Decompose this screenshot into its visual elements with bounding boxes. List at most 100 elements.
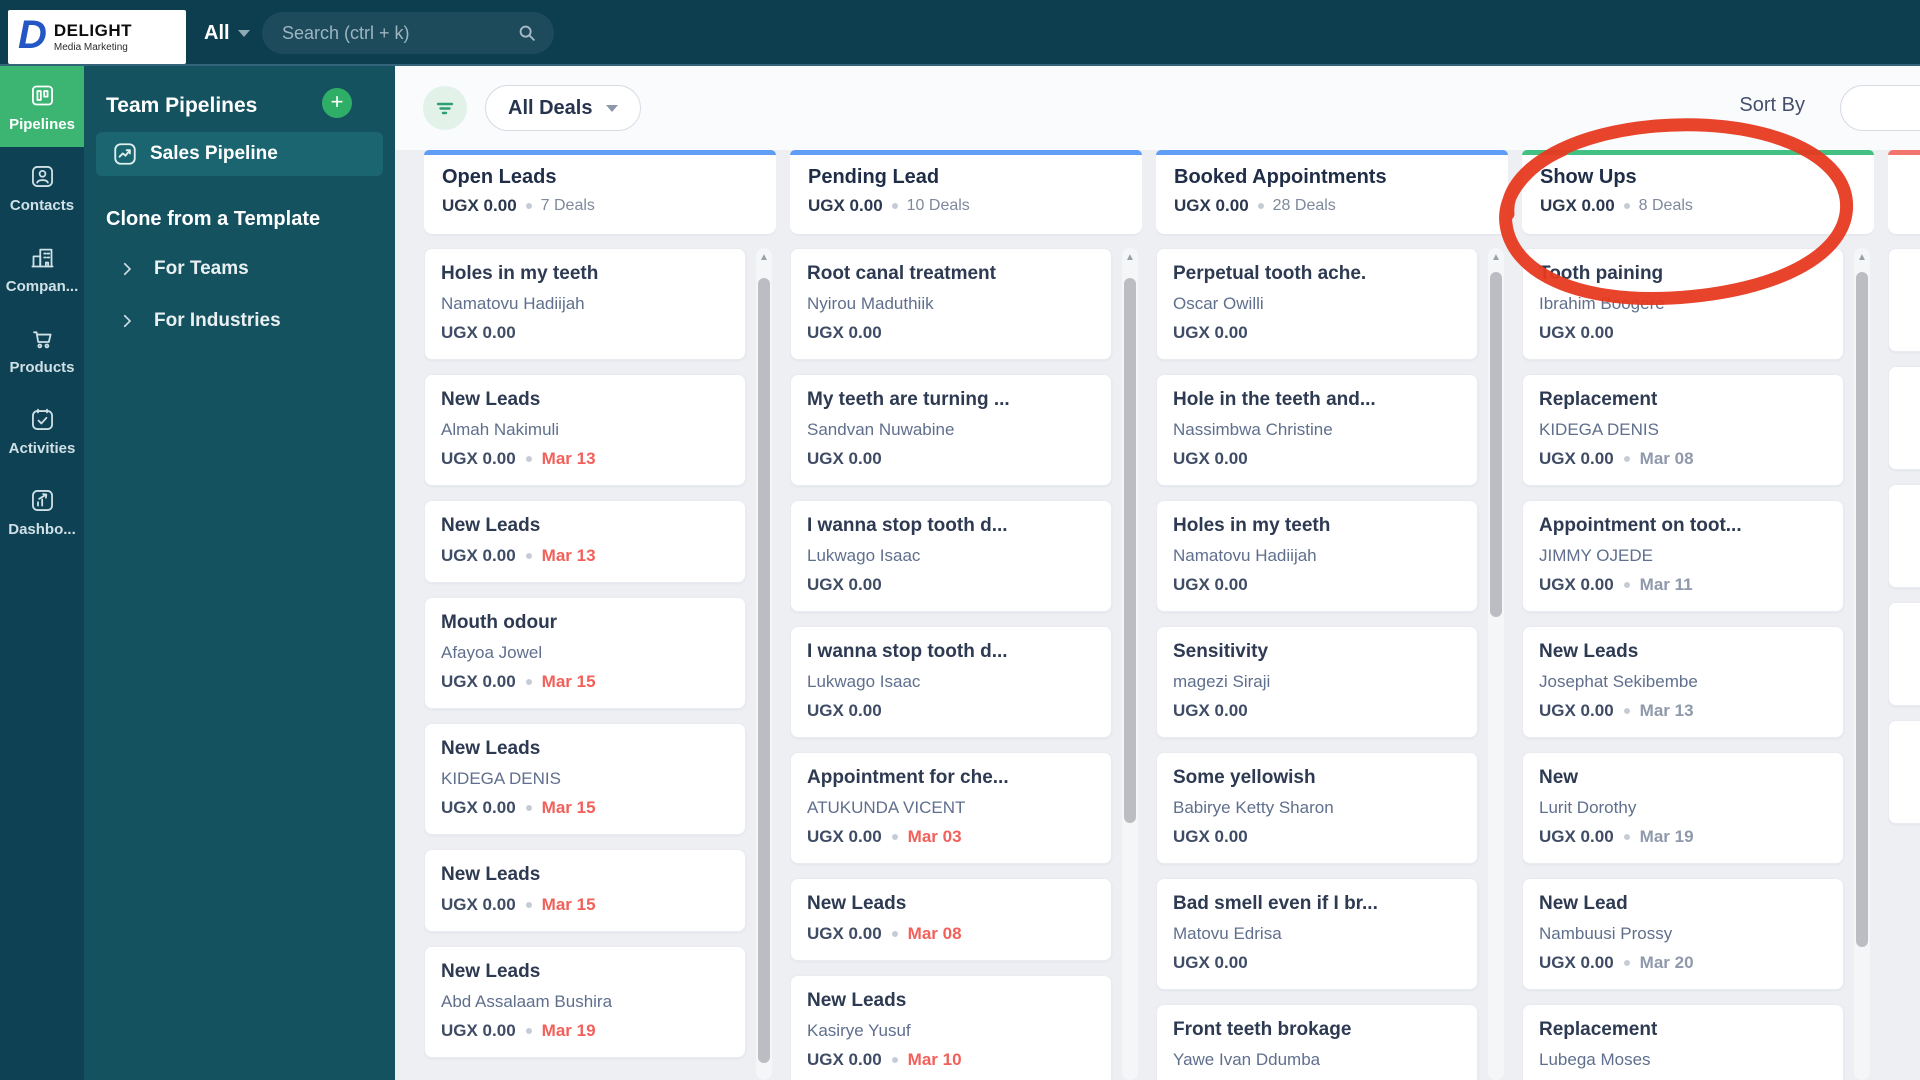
column-accent-bar <box>1888 150 1920 155</box>
deal-contact: Almah Nakimuli <box>441 420 560 439</box>
deal-contact: Matovu Edrisa <box>1173 924 1282 943</box>
column-deal-count: 8 Deals <box>1638 197 1693 214</box>
deal-close-date: Mar 08 <box>907 924 962 943</box>
column-title: Show Ups <box>1540 166 1637 188</box>
column-deal-count: 7 Deals <box>540 197 595 214</box>
rail-item-dashbo[interactable]: Dashbo... <box>0 471 84 552</box>
deal-card[interactable]: My teeth are turning ... Sandvan Nuwabine… <box>790 374 1112 486</box>
deal-close-date: Mar 13 <box>541 546 596 565</box>
deal-contact: Lubega Moses <box>1539 1050 1651 1069</box>
deal-card[interactable]: New Leads UGX 0.00 Mar 08 <box>790 878 1112 961</box>
deal-card[interactable]: I wanna stop tooth d... Lukwago Isaac UGX … <box>790 626 1112 738</box>
deal-card[interactable] <box>1888 484 1920 588</box>
column-scrollbar[interactable]: ▲ <box>756 248 772 1080</box>
deal-card[interactable] <box>1888 366 1920 470</box>
deal-card[interactable]: New Leads UGX 0.00 Mar 13 <box>424 500 746 583</box>
deal-card[interactable]: New Leads Abd Assalaam Bushira UGX 0.00 Mar… <box>424 946 746 1058</box>
board-column-pending-lead: Pending Lead UGX 0.00 10 Deals Root canal t… <box>790 150 1142 1080</box>
deal-card[interactable]: ReplacementLubega MosesUGX 0.00Apr 06 <box>1522 1004 1844 1080</box>
deal-value: UGX 0.00 <box>1173 953 1248 972</box>
deal-card[interactable] <box>1888 248 1920 352</box>
deal-view-dropdown[interactable]: All Deals <box>485 85 642 131</box>
rail-item-label: Pipelines <box>9 116 75 133</box>
deal-card[interactable]: New Leads Josephat Sekibembe UGX 0.00 Mar 1… <box>1522 626 1844 738</box>
scrollbar-thumb[interactable] <box>1856 272 1868 947</box>
template-group-for-teams[interactable]: For Teams <box>118 258 249 280</box>
deal-card[interactable] <box>1888 602 1920 706</box>
scroll-up-arrow-icon[interactable]: ▲ <box>1854 252 1870 263</box>
deal-card[interactable]: New Leads Almah Nakimuli UGX 0.00 Mar 13 <box>424 374 746 486</box>
deal-card[interactable] <box>1888 720 1920 824</box>
template-group-for-industries[interactable]: For Industries <box>118 310 281 332</box>
column-scrollbar[interactable]: ▲ <box>1488 248 1504 1080</box>
deal-card[interactable]: Holes in my teeth Namatovu Hadiijah UGX 0.… <box>424 248 746 360</box>
deal-close-date: Mar 20 <box>1639 953 1694 972</box>
deal-contact: Kasirye Yusuf <box>807 1021 911 1040</box>
scroll-up-arrow-icon[interactable]: ▲ <box>756 252 772 263</box>
rail-item-compan[interactable]: Compan... <box>0 228 84 309</box>
deal-close-date: Mar 19 <box>541 1021 596 1040</box>
deal-value: UGX 0.00 <box>441 895 516 914</box>
separator-dot <box>525 203 532 209</box>
deal-title: Holes in my teeth <box>1173 515 1331 536</box>
deal-title: New Leads <box>441 738 541 759</box>
deal-contact: JIMMY OJEDE <box>1539 546 1653 565</box>
pipeline-trend-icon <box>114 143 136 165</box>
deal-card[interactable]: Appointment for che... ATUKUNDA VICENT UGX… <box>790 752 1112 864</box>
column-scrollbar[interactable]: ▲ <box>1854 248 1870 1080</box>
pipeline-name: Sales Pipeline <box>150 143 278 164</box>
scroll-up-arrow-icon[interactable]: ▲ <box>1488 252 1504 263</box>
global-search-input[interactable]: Search (ctrl + k) <box>262 12 554 54</box>
rail-item-contacts[interactable]: Contacts <box>0 147 84 228</box>
deal-value: UGX 0.00 <box>807 575 882 594</box>
deal-card[interactable]: New Leads KIDEGA DENIS UGX 0.00 Mar 15 <box>424 723 746 835</box>
deal-contact: magezi Siraji <box>1173 672 1271 691</box>
search-scope-label: All <box>204 21 230 44</box>
deal-card[interactable]: I wanna stop tooth d... Lukwago Isaac UGX … <box>790 500 1112 612</box>
column-deal-count: 28 Deals <box>1272 197 1336 214</box>
sort-by-dropdown[interactable] <box>1840 85 1920 131</box>
deal-card[interactable]: Replacement KIDEGA DENIS UGX 0.00 Mar 08 <box>1522 374 1844 486</box>
companies-icon <box>30 248 54 268</box>
scrollbar-thumb[interactable] <box>758 278 770 1063</box>
filter-button[interactable] <box>423 86 467 130</box>
deal-card[interactable]: Perpetual tooth ache. Oscar Owilli UGX 0.0… <box>1156 248 1478 360</box>
deal-card[interactable]: Appointment on toot... JIMMY OJEDE UGX 0.0… <box>1522 500 1844 612</box>
deal-title: Holes in my teeth <box>441 263 599 284</box>
deal-card[interactable]: Some yellowish Babirye Ketty Sharon UGX 0.… <box>1156 752 1478 864</box>
deal-card[interactable]: New Leads Kasirye Yusuf UGX 0.00 Mar 10 <box>790 975 1112 1080</box>
column-title: Open Leads <box>442 166 557 188</box>
separator-dot <box>891 834 898 840</box>
deal-title: New Leads <box>1539 641 1639 662</box>
column-accent-bar <box>1522 150 1874 155</box>
separator-dot <box>891 931 898 937</box>
deal-card[interactable]: Mouth odour Afayoa Jowel UGX 0.00 Mar 15 <box>424 597 746 709</box>
deal-title: Replacement <box>1539 1019 1658 1040</box>
rail-item-products[interactable]: Products <box>0 309 84 390</box>
search-scope-dropdown[interactable]: All <box>204 0 250 66</box>
search-icon <box>519 25 535 41</box>
chevron-down-icon <box>606 104 619 112</box>
separator-dot <box>1623 960 1630 966</box>
scroll-up-arrow-icon[interactable]: ▲ <box>1122 252 1138 263</box>
scrollbar-thumb[interactable] <box>1490 272 1502 617</box>
deal-card[interactable]: Tooth paining Ibrahim Boogere UGX 0.00 <box>1522 248 1844 360</box>
rail-item-pipelines[interactable]: Pipelines <box>0 66 84 147</box>
column-scrollbar[interactable]: ▲ <box>1122 248 1138 1080</box>
deal-contact: KIDEGA DENIS <box>1539 420 1659 439</box>
sidebar-item-sales-pipeline[interactable]: Sales Pipeline <box>96 132 383 176</box>
add-pipeline-button[interactable]: + <box>322 88 352 118</box>
deal-card[interactable]: New Lurit Dorothy UGX 0.00 Mar 19 <box>1522 752 1844 864</box>
scrollbar-thumb[interactable] <box>1124 278 1136 823</box>
deal-card[interactable]: Hole in the teeth and... Nassimbwa Christ… <box>1156 374 1478 486</box>
separator-dot <box>1623 708 1630 714</box>
deal-card[interactable]: New Lead Nambuusi Prossy UGX 0.00 Mar 20 <box>1522 878 1844 990</box>
deal-card[interactable]: Bad smell even if I br... Matovu Edrisa UG… <box>1156 878 1478 990</box>
deal-card[interactable]: Front teeth brokageYawe Ivan DdumbaUGX 0… <box>1156 1004 1478 1080</box>
deal-card[interactable]: New Leads UGX 0.00 Mar 15 <box>424 849 746 932</box>
deal-contact: Sandvan Nuwabine <box>807 420 955 439</box>
deal-card[interactable]: Sensitivity magezi Siraji UGX 0.00 <box>1156 626 1478 738</box>
rail-item-activities[interactable]: Activities <box>0 390 84 471</box>
deal-card[interactable]: Root canal treatment Nyirou Maduthiik UGX … <box>790 248 1112 360</box>
deal-card[interactable]: Holes in my teeth Namatovu Hadiijah UGX 0.… <box>1156 500 1478 612</box>
